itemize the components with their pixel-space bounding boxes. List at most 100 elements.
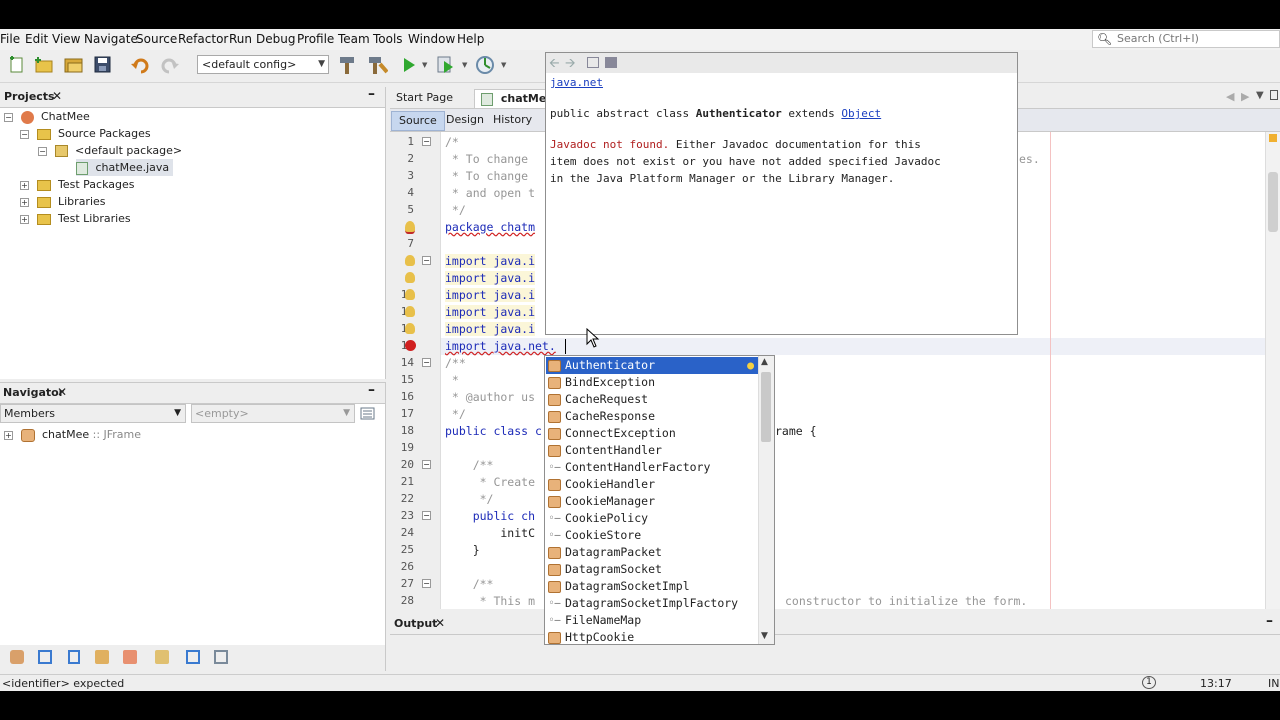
menu-window[interactable]: Window: [408, 32, 455, 46]
tab-design[interactable]: Design: [439, 111, 491, 129]
menu-tools[interactable]: Tools: [373, 32, 403, 46]
editor-scrollbar[interactable]: [1265, 132, 1280, 609]
expand-icon[interactable]: +: [20, 197, 29, 207]
split-icon[interactable]: [68, 650, 80, 664]
scroll-right-icon[interactable]: ▶: [1241, 90, 1249, 103]
tree-item-libraries[interactable]: + Libraries: [20, 193, 106, 210]
clean-build-button[interactable]: [366, 54, 388, 76]
warning-hint-icon[interactable]: [405, 255, 415, 266]
warning-stripe-icon[interactable]: [1269, 134, 1277, 142]
menu-help[interactable]: Help: [457, 32, 484, 46]
close-icon[interactable]: ✕: [52, 89, 62, 103]
close-icon[interactable]: ✕: [57, 385, 67, 399]
filter-select[interactable]: <empty> ▼: [191, 404, 355, 423]
completion-item[interactable]: DatagramSocket: [546, 561, 758, 578]
minimize-icon[interactable]: –: [1266, 613, 1273, 629]
completion-item[interactable]: DatagramSocketImpl: [546, 578, 758, 595]
collapse-icon[interactable]: −: [20, 129, 29, 139]
menu-run[interactable]: Run: [229, 32, 252, 46]
completion-item[interactable]: ◦– CookiePolicy: [546, 510, 758, 527]
completion-item[interactable]: ◦– ContentHandlerFactory: [546, 459, 758, 476]
completion-item[interactable]: ContentHandler: [546, 442, 758, 459]
fold-icon[interactable]: −: [422, 137, 431, 146]
lock-icon[interactable]: [95, 650, 109, 664]
expand-icon[interactable]: +: [4, 430, 13, 440]
menu-view[interactable]: View: [52, 32, 80, 46]
open-project-button[interactable]: [63, 54, 85, 76]
search-input[interactable]: 🔍︎ Search (Ctrl+I): [1092, 30, 1280, 48]
scroll-left-icon[interactable]: ◀: [1226, 90, 1234, 103]
output-tab[interactable]: Output: [394, 617, 437, 635]
back-icon[interactable]: 🡨︎: [549, 54, 560, 76]
warning-hint-icon[interactable]: [405, 323, 415, 334]
scrollbar-thumb[interactable]: [761, 372, 771, 442]
open-browser-icon[interactable]: [587, 57, 599, 68]
navigator-settings-button[interactable]: [359, 405, 377, 422]
expand-icon[interactable]: +: [20, 214, 29, 224]
align-icon[interactable]: [186, 650, 200, 664]
completion-item[interactable]: BindException: [546, 374, 758, 391]
menu-source[interactable]: Source: [136, 32, 177, 46]
minimize-icon[interactable]: –: [368, 86, 375, 102]
completion-item[interactable]: CacheResponse: [546, 408, 758, 425]
panel-icon[interactable]: [38, 650, 52, 664]
open-source-icon[interactable]: [605, 57, 617, 68]
minimize-icon[interactable]: –: [368, 382, 375, 398]
collapse-icon[interactable]: −: [38, 146, 47, 156]
tree-item-test-packages[interactable]: + Test Packages: [20, 176, 134, 193]
tree-item-test-libraries[interactable]: + Test Libraries: [20, 210, 131, 227]
navigator-item[interactable]: + chatMee :: JFrame: [4, 426, 141, 443]
completion-item[interactable]: CookieHandler: [546, 476, 758, 493]
menu-team[interactable]: Team: [338, 32, 370, 46]
maximize-icon[interactable]: [1270, 90, 1278, 100]
fold-icon[interactable]: −: [422, 358, 431, 367]
size-icon[interactable]: [214, 650, 228, 664]
completion-item[interactable]: CookieManager: [546, 493, 758, 510]
completion-item[interactable]: Authenticator ●: [546, 357, 758, 374]
save-all-button[interactable]: [93, 54, 115, 76]
completion-item[interactable]: HttpCookie: [546, 629, 758, 644]
forward-icon[interactable]: 🡪︎: [565, 54, 576, 76]
completion-item[interactable]: ◦– FileNameMap: [546, 612, 758, 629]
chevron-up-icon[interactable]: ▲: [761, 357, 768, 367]
menu-edit[interactable]: Edit: [25, 32, 48, 46]
notification-icon[interactable]: 1: [1142, 676, 1156, 689]
warning-hint-icon[interactable]: [405, 306, 415, 317]
menu-debug[interactable]: Debug: [256, 32, 295, 46]
warning-hint-icon[interactable]: [405, 272, 415, 283]
completion-item[interactable]: ◦– CookieStore: [546, 527, 758, 544]
tree-item-project[interactable]: − ChatMee: [4, 108, 90, 125]
tab-history[interactable]: History: [486, 111, 539, 129]
fold-icon[interactable]: −: [422, 460, 431, 469]
expand-icon[interactable]: +: [20, 180, 29, 190]
redo-button[interactable]: [159, 54, 181, 76]
component-icon[interactable]: [155, 650, 169, 664]
run-dropdown-icon[interactable]: ▼: [422, 61, 427, 69]
tree-item-source-packages[interactable]: − Source Packages: [20, 125, 151, 142]
tab-source[interactable]: Source: [391, 111, 445, 131]
run-button[interactable]: [398, 54, 420, 76]
config-select[interactable]: <default config> ▼: [197, 55, 329, 74]
profile-dropdown-icon[interactable]: ▼: [501, 61, 506, 69]
completion-item[interactable]: ◦– DatagramSocketImplFactory: [546, 595, 758, 612]
undo-button[interactable]: [130, 54, 152, 76]
new-project-button[interactable]: [33, 54, 55, 76]
members-select[interactable]: Members ▼: [0, 404, 186, 423]
menu-profile[interactable]: Profile: [297, 32, 334, 46]
warning-hint-icon[interactable]: [405, 289, 415, 300]
close-icon[interactable]: ✕: [435, 616, 445, 630]
error-hint-icon[interactable]: [405, 221, 415, 234]
collapse-icon[interactable]: −: [4, 112, 13, 122]
menu-file[interactable]: File: [0, 32, 20, 46]
fold-icon[interactable]: −: [422, 579, 431, 588]
profile-button[interactable]: [474, 54, 496, 76]
object-link[interactable]: Object: [841, 107, 881, 120]
menu-navigate[interactable]: Navigate: [84, 32, 138, 46]
projects-tab[interactable]: Projects: [4, 90, 55, 108]
palette-icon[interactable]: [10, 650, 24, 664]
code-completion-popup[interactable]: Authenticator ● BindException CacheReques…: [544, 355, 775, 645]
completion-item[interactable]: DatagramPacket: [546, 544, 758, 561]
completion-scrollbar[interactable]: ▲ ▼: [758, 356, 774, 644]
tree-item-chatmee-java[interactable]: chatMee.java: [76, 159, 174, 176]
debug-button[interactable]: [435, 54, 457, 76]
